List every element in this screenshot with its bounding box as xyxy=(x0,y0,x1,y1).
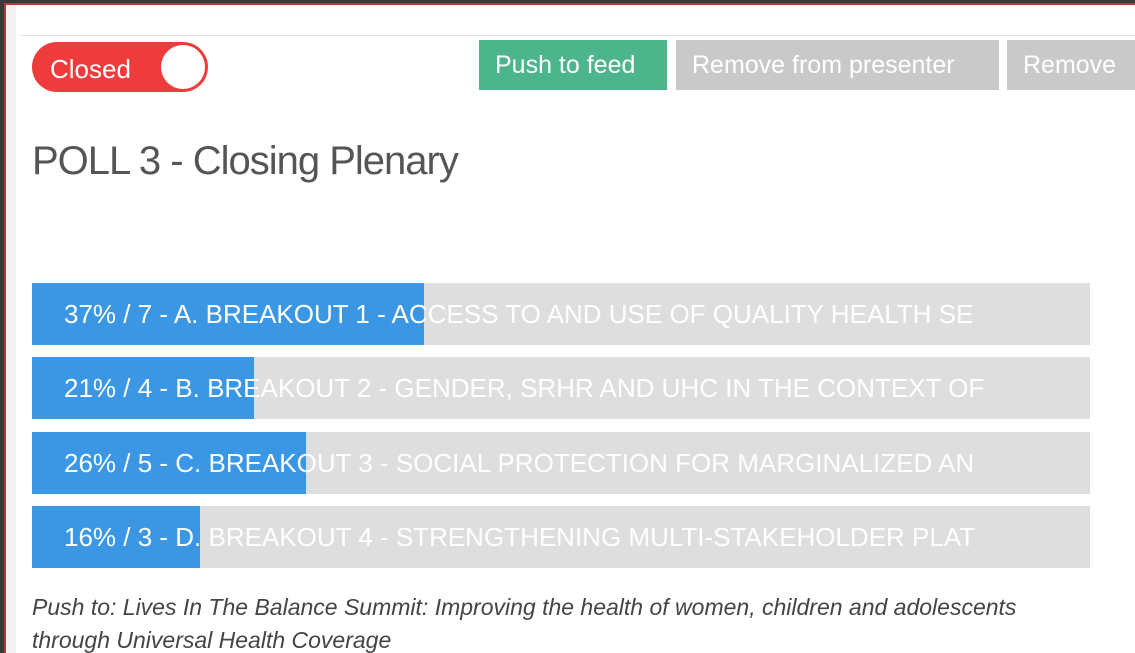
poll-option-label: 16% / 3 - D. BREAKOUT 4 - STRENGTHENING … xyxy=(64,522,976,552)
poll-title: POLL 3 - Closing Plenary xyxy=(32,139,459,183)
poll-option-label: 37% / 7 - A. BREAKOUT 1 - ACCESS TO AND … xyxy=(64,299,974,329)
remove-button[interactable]: Remove xyxy=(1007,40,1135,90)
poll-option-bar: 37% / 7 - A. BREAKOUT 1 - ACCESS TO AND … xyxy=(32,283,1090,345)
poll-status-toggle[interactable]: Closed xyxy=(32,42,208,92)
poll-option-bar: 16% / 3 - D. BREAKOUT 4 - STRENGTHENING … xyxy=(32,506,1090,568)
poll-option-label: 21% / 4 - B. BREAKOUT 2 - GENDER, SRHR A… xyxy=(64,373,985,403)
poll-option-label: 26% / 5 - C. BREAKOUT 3 - SOCIAL PROTECT… xyxy=(64,448,975,478)
remove-from-presenter-button[interactable]: Remove from presenter xyxy=(676,40,999,90)
push-to-text: Push to: Lives In The Balance Summit: Im… xyxy=(32,594,1017,653)
poll-option-bar: 21% / 4 - B. BREAKOUT 2 - GENDER, SRHR A… xyxy=(32,357,1090,419)
divider xyxy=(20,35,1135,36)
push-to-feed-button[interactable]: Push to feed xyxy=(479,40,667,90)
poll-option-bar: 26% / 5 - C. BREAKOUT 3 - SOCIAL PROTECT… xyxy=(32,432,1090,494)
toggle-label: Closed xyxy=(50,54,131,84)
poll-panel: Closed Push to feed Remove from presente… xyxy=(4,3,1135,653)
left-shadow xyxy=(6,5,16,653)
toggle-knob[interactable] xyxy=(161,45,205,89)
